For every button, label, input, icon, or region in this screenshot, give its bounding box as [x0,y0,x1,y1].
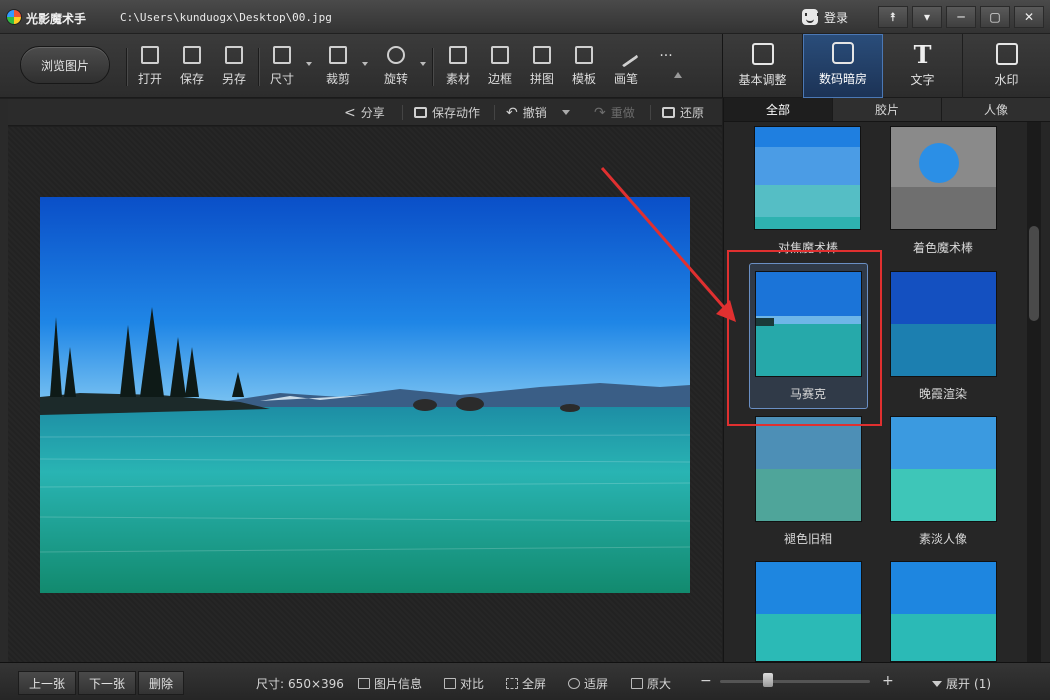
original-size-button[interactable]: 原大 [631,675,671,692]
expand-count: (1) [974,676,992,691]
fullscreen-button[interactable]: 全屏 [506,675,546,692]
next-image-button[interactable]: 下一张 [78,671,137,695]
zoom-in-button[interactable]: + [882,673,894,689]
image-info-icon [358,678,370,689]
expand-label: 展开 [946,677,971,691]
zoom-out-button[interactable]: − [700,673,712,689]
compare-button[interactable]: 对比 [444,675,484,692]
fit-screen-icon [568,678,580,689]
delete-button[interactable]: 删除 [138,671,185,695]
fullscreen-icon [506,678,518,689]
expand-button[interactable]: 展开 (1) [932,675,991,692]
fullscreen-label: 全屏 [522,677,547,691]
fit-screen-label: 适屏 [584,677,609,691]
zoom-slider-knob[interactable] [763,673,773,687]
annotation-arrow [600,167,736,322]
size-label: 尺寸: [256,677,285,691]
fit-screen-button[interactable]: 适屏 [568,675,608,692]
expand-arrow-icon [932,680,942,687]
original-size-label: 原大 [647,677,672,691]
image-size: 尺寸: 650×396 [256,675,344,692]
compare-icon [444,678,456,689]
status-bar: 上一张 下一张 删除 尺寸: 650×396 图片信息 对比 全屏 适屏 原大 … [0,662,1050,700]
image-info-label: 图片信息 [374,677,423,691]
image-info-button[interactable]: 图片信息 [358,675,422,692]
compare-label: 对比 [460,677,485,691]
original-size-icon [631,678,643,689]
prev-image-button[interactable]: 上一张 [18,671,77,695]
size-value: 650×396 [288,676,344,691]
zoom-slider-track[interactable] [720,680,870,683]
